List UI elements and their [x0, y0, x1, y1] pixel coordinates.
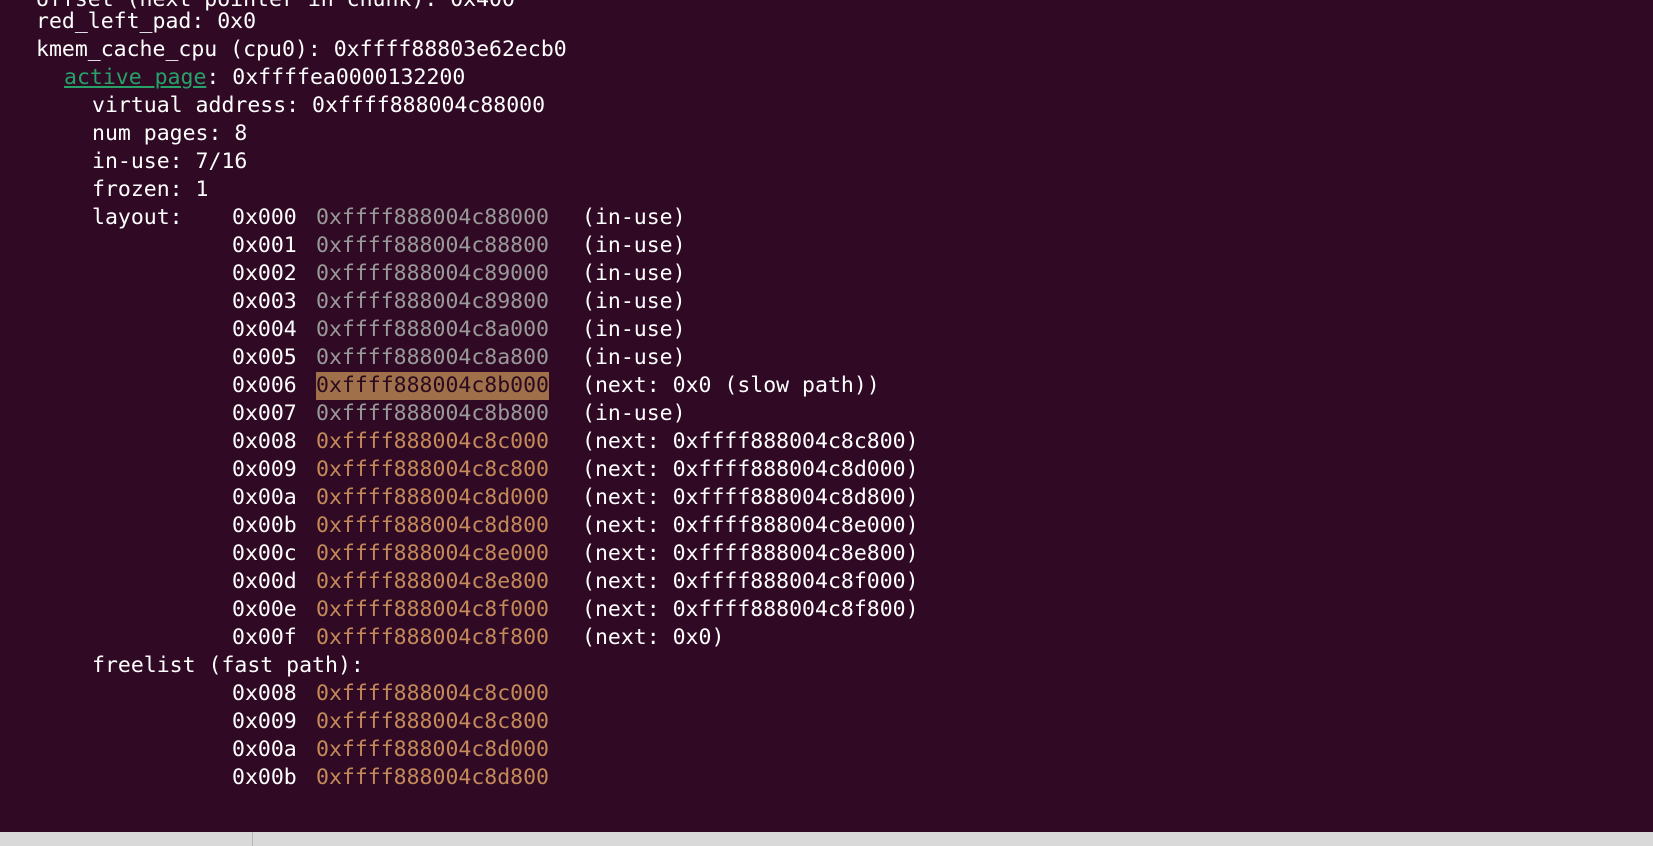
slot-index: 0x008 [232, 429, 297, 454]
slot-address: 0xffff888004c8c800 [316, 709, 549, 734]
slot-index: 0x000 [232, 205, 297, 230]
slot-note: (in-use) [582, 345, 686, 370]
slot-address: 0xffff888004c8f000 [316, 597, 549, 622]
slot-address: 0xffff888004c8b000 [316, 372, 549, 400]
slot-note: (in-use) [582, 401, 686, 426]
output-line-layout-label: layout: [92, 205, 183, 230]
slot-address: 0xffff888004c8c800 [316, 457, 549, 482]
slot-address: 0xffff888004c89800 [316, 289, 549, 314]
slot-index: 0x004 [232, 317, 297, 342]
slot-index: 0x00a [232, 737, 297, 762]
slot-index: 0x00f [232, 625, 297, 650]
slot-address: 0xffff888004c8c000 [316, 681, 549, 706]
active-page-value: : 0xffffea0000132200 [206, 65, 466, 90]
slot-address: 0xffff888004c8d000 [316, 737, 549, 762]
output-line-in-use: in-use: 7/16 [92, 149, 248, 174]
slot-index: 0x008 [232, 681, 297, 706]
active-page-link[interactable]: active page [64, 65, 206, 90]
slot-address: 0xffff888004c8e800 [316, 569, 549, 594]
slot-address: 0xffff888004c8c000 [316, 429, 549, 454]
slot-note: (in-use) [582, 289, 686, 314]
output-line-active-page: active page: 0xffffea0000132200 [64, 64, 465, 92]
terminal-output[interactable]: offset (next pointer in chunk): 0x400 re… [0, 0, 1653, 832]
slot-index: 0x009 [232, 709, 297, 734]
slot-index: 0x002 [232, 261, 297, 286]
slot-note: (next: 0xffff888004c8e000) [582, 513, 919, 538]
slot-index: 0x00b [232, 765, 297, 790]
slot-note: (in-use) [582, 233, 686, 258]
slot-index: 0x007 [232, 401, 297, 426]
slot-index: 0x001 [232, 233, 297, 258]
slot-address: 0xffff888004c8d800 [316, 765, 549, 790]
slot-note: (next: 0xffff888004c8f800) [582, 597, 919, 622]
slot-note: (next: 0xffff888004c8d800) [582, 485, 919, 510]
slot-index: 0x006 [232, 373, 297, 398]
slot-address: 0xffff888004c8f800 [316, 625, 549, 650]
output-line-red-left-pad: red_left_pad: 0x0 [36, 9, 257, 34]
scrollbar-divider [252, 832, 253, 846]
slot-address: 0xffff888004c8a800 [316, 345, 549, 370]
output-line-virtual-address: virtual address: 0xffff888004c88000 [92, 93, 546, 118]
slot-note: (in-use) [582, 261, 686, 286]
slot-address: 0xffff888004c8d800 [316, 513, 549, 538]
slot-index: 0x005 [232, 345, 297, 370]
slot-index: 0x003 [232, 289, 297, 314]
slot-index: 0x00b [232, 513, 297, 538]
slot-note: (in-use) [582, 205, 686, 230]
slot-address: 0xffff888004c88800 [316, 233, 549, 258]
output-line-freelist-label: freelist (fast path): [92, 653, 364, 678]
output-line-num-pages: num pages: 8 [92, 121, 248, 146]
horizontal-scrollbar[interactable] [0, 832, 1653, 846]
slot-note: (next: 0xffff888004c8c800) [582, 429, 919, 454]
slot-address: 0xffff888004c88000 [316, 205, 549, 230]
slot-index: 0x00c [232, 541, 297, 566]
slot-index: 0x009 [232, 457, 297, 482]
slot-note: (next: 0xffff888004c8e800) [582, 541, 919, 566]
slot-address: 0xffff888004c8a000 [316, 317, 549, 342]
slot-note: (next: 0xffff888004c8d000) [582, 457, 919, 482]
slot-note: (next: 0x0) [582, 625, 725, 650]
slot-index: 0x00d [232, 569, 297, 594]
slot-address: 0xffff888004c8b800 [316, 401, 549, 426]
output-line-frozen: frozen: 1 [92, 177, 209, 202]
slot-address: 0xffff888004c89000 [316, 261, 549, 286]
slot-index: 0x00a [232, 485, 297, 510]
slot-index: 0x00e [232, 597, 297, 622]
slot-note: (in-use) [582, 317, 686, 342]
slot-note: (next: 0xffff888004c8f000) [582, 569, 919, 594]
output-line-kmem-cache-cpu: kmem_cache_cpu (cpu0): 0xffff88803e62ecb… [36, 37, 567, 62]
slot-address: 0xffff888004c8e000 [316, 541, 549, 566]
slot-address: 0xffff888004c8d000 [316, 485, 549, 510]
slot-note: (next: 0x0 (slow path)) [582, 373, 880, 398]
